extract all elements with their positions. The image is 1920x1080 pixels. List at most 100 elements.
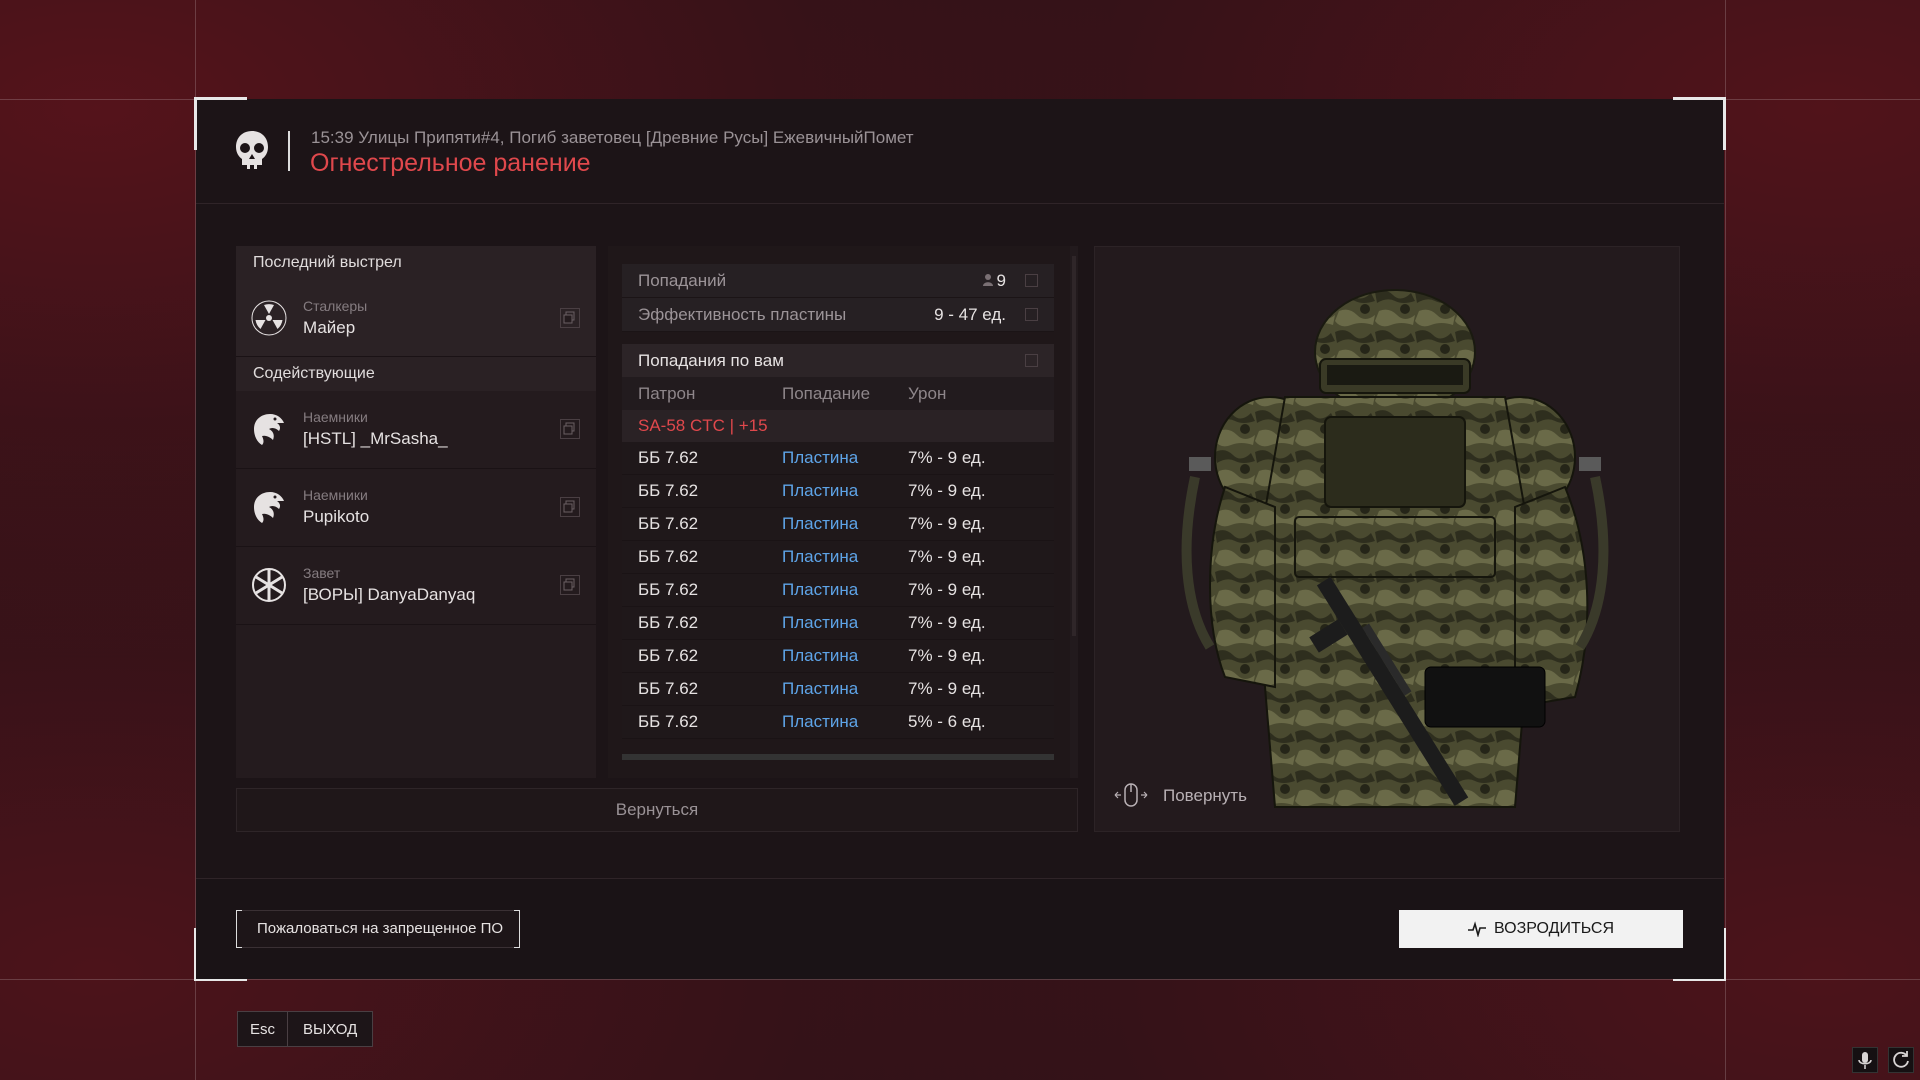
exit-control[interactable]: Esc ВЫХОД <box>237 1011 374 1047</box>
radiation-icon <box>251 300 287 336</box>
killers-panel: Последний выстрел Сталкеры Майер Содейст… <box>236 246 596 778</box>
hit-ammo: ББ 7.62 <box>638 712 699 731</box>
back-button[interactable]: Вернуться <box>236 788 1078 832</box>
hit-zone: Пластина <box>782 580 859 599</box>
death-panel: 15:39 Улицы Припяти#4, Погиб заветовец [… <box>194 97 1726 981</box>
info-icon[interactable] <box>1025 308 1038 321</box>
copy-icon[interactable] <box>560 497 580 517</box>
rotate-hint: Повернуть <box>1163 786 1247 805</box>
assist-name: Pupikoto <box>303 507 370 526</box>
skull-icon <box>236 131 268 169</box>
hit-damage: 7% - 9 ед. <box>908 547 986 566</box>
character-preview[interactable]: Повернуть <box>1094 246 1680 832</box>
assist-name: [HSTL] _MrSasha_ <box>303 429 448 448</box>
table-row: ББ 7.62 Пластина 7% - 9 ед. <box>622 607 1054 640</box>
hit-ammo: ББ 7.62 <box>638 547 699 566</box>
eagle-icon <box>254 492 284 523</box>
col-ammo: Патрон <box>638 384 696 403</box>
col-damage: Урон <box>908 384 947 403</box>
scrollbar[interactable] <box>1070 246 1078 778</box>
plate-efficiency-row: Эффективность пластины 9 - 47 ед. <box>622 298 1054 332</box>
info-icon[interactable] <box>1025 274 1038 287</box>
hit-ammo: ББ 7.62 <box>638 646 699 665</box>
horizontal-scrollbar[interactable] <box>622 754 1054 760</box>
microphone-icon[interactable] <box>1852 1047 1878 1073</box>
header-divider <box>288 131 290 171</box>
hit-damage: 7% - 9 ед. <box>908 646 986 665</box>
hit-damage: 7% - 9 ед. <box>908 448 986 467</box>
death-cause: Огнестрельное ранение <box>310 149 591 177</box>
death-info: 15:39 Улицы Припяти#4, Погиб заветовец [… <box>311 128 914 147</box>
table-row: ББ 7.62 Пластина 7% - 9 ед. <box>622 442 1054 475</box>
table-row: ББ 7.62 Пластина 5% - 6 ед. <box>622 706 1054 739</box>
hit-ammo: ББ 7.62 <box>638 448 699 467</box>
table-row: ББ 7.62 Пластина 7% - 9 ед. <box>622 640 1054 673</box>
hits-on-you-title: Попадания по вам <box>638 351 784 370</box>
table-row: ББ 7.62 Пластина 7% - 9 ед. <box>622 673 1054 706</box>
hit-ammo: ББ 7.62 <box>638 613 699 632</box>
hit-zone: Пластина <box>782 712 859 731</box>
hit-ammo: ББ 7.62 <box>638 481 699 500</box>
hit-zone: Пластина <box>782 514 859 533</box>
assist-faction: Завет <box>303 565 341 581</box>
hit-zone: Пластина <box>782 613 859 632</box>
refresh-icon[interactable] <box>1888 1047 1914 1073</box>
copy-icon[interactable] <box>560 575 580 595</box>
hits-table-header: Патрон Попадание Урон <box>622 377 1054 410</box>
bg-gridline <box>0 979 1920 980</box>
table-row: ББ 7.62 Пластина 7% - 9 ед. <box>622 574 1054 607</box>
hits-on-you-header: Попадания по вам <box>622 344 1054 377</box>
table-row: ББ 7.62 Пластина 7% - 9 ед. <box>622 508 1054 541</box>
assist-faction: Наемники <box>303 409 368 425</box>
exit-button[interactable]: ВЫХОД <box>288 1011 374 1047</box>
weapon-name: SA-58 CTC | +15 <box>622 410 1054 442</box>
info-icon[interactable] <box>1025 354 1038 367</box>
assist-row[interactable]: Наемники Pupikoto <box>236 469 596 547</box>
assist-row[interactable]: Завет [ВОРЫ] DanyaDanyaq <box>236 547 596 625</box>
copy-icon[interactable] <box>560 308 580 328</box>
hit-zone: Пластина <box>782 547 859 566</box>
hits-count-value: 9 <box>982 264 1006 297</box>
hits-count-number: 9 <box>996 271 1006 290</box>
hit-damage: 5% - 6 ед. <box>908 712 986 731</box>
esc-key[interactable]: Esc <box>237 1011 289 1047</box>
hit-damage: 7% - 9 ед. <box>908 613 986 632</box>
bg-gridline <box>1725 0 1726 1080</box>
col-hit: Попадание <box>782 384 871 403</box>
hit-damage: 7% - 9 ед. <box>908 481 986 500</box>
hit-zone: Пластина <box>782 448 859 467</box>
hit-zone: Пластина <box>782 646 859 665</box>
hit-zone: Пластина <box>782 481 859 500</box>
respawn-button[interactable]: ВОЗРОДИТЬСЯ <box>1399 910 1683 948</box>
hit-ammo: ББ 7.62 <box>638 679 699 698</box>
respawn-label: ВОЗРОДИТЬСЯ <box>1493 920 1615 937</box>
killer-row[interactable]: Сталкеры Майер <box>236 280 596 357</box>
death-header: 15:39 Улицы Припяти#4, Погиб заветовец [… <box>196 99 1724 204</box>
person-icon <box>982 274 993 286</box>
eagle-icon <box>254 414 284 445</box>
hit-zone: Пластина <box>782 679 859 698</box>
assist-name: [ВОРЫ] DanyaDanyaq <box>303 585 476 604</box>
hits-count-label: Попаданий <box>638 271 727 290</box>
hit-damage: 7% - 9 ед. <box>908 514 986 533</box>
killer-faction: Сталкеры <box>303 298 368 314</box>
pulse-icon <box>1467 921 1486 937</box>
assist-faction: Наемники <box>303 487 368 503</box>
hit-damage: 7% - 9 ед. <box>908 679 986 698</box>
plate-efficiency-value: 9 - 47 ед. <box>934 305 1006 324</box>
copy-icon[interactable] <box>560 419 580 439</box>
snowflake-icon <box>252 568 286 602</box>
hits-count-row: Попаданий 9 <box>622 264 1054 298</box>
table-row: ББ 7.62 Пластина 7% - 9 ед. <box>622 475 1054 508</box>
plate-efficiency-label: Эффективность пластины <box>638 305 847 324</box>
hit-ammo: ББ 7.62 <box>638 514 699 533</box>
hit-ammo: ББ 7.62 <box>638 580 699 599</box>
killer-name: Майер <box>303 318 356 337</box>
assists-title: Содействующие <box>236 357 596 391</box>
report-cheater-button[interactable]: Пожаловаться на запрещенное ПО <box>236 910 520 948</box>
hits-panel[interactable]: Попаданий 9 Эффективность пластины 9 - 4… <box>608 246 1078 778</box>
assist-row[interactable]: Наемники [HSTL] _MrSasha_ <box>236 391 596 469</box>
mouse-rotate-icon <box>1114 783 1148 807</box>
table-row: ББ 7.62 Пластина 7% - 9 ед. <box>622 541 1054 574</box>
last-shot-title: Последний выстрел <box>236 246 596 280</box>
